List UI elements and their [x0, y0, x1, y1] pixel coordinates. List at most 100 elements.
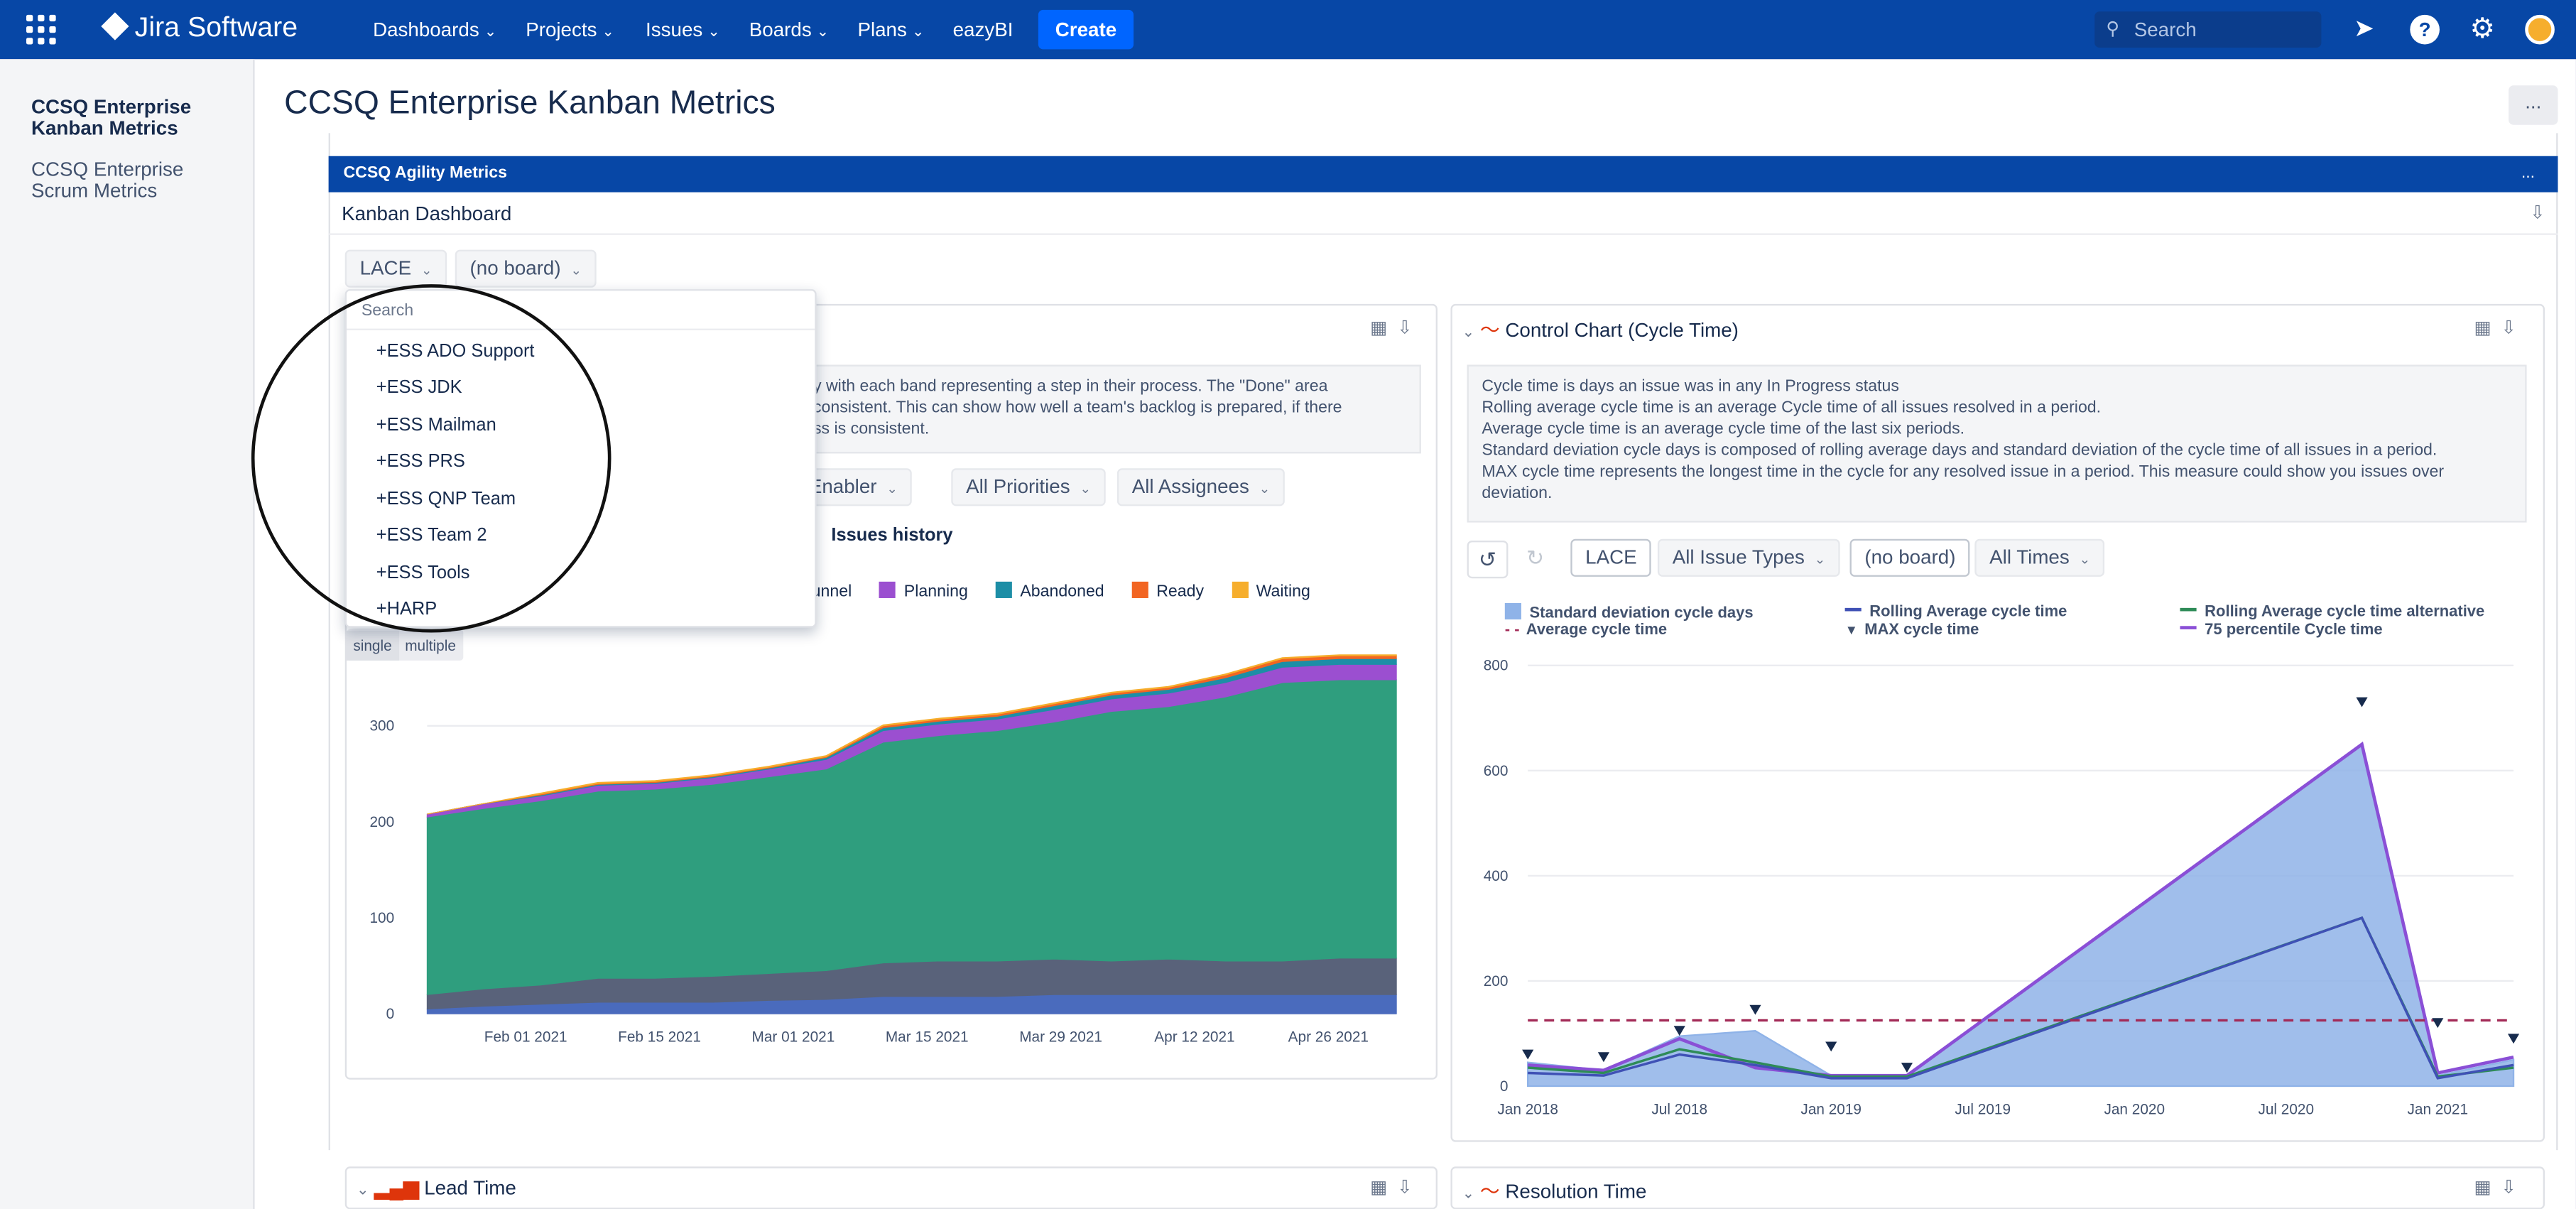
x-tick-label: Jan 2020 [2104, 1101, 2165, 1117]
legend-item[interactable]: - - Average cycle time [1505, 621, 1667, 639]
resolution-time-header: ⌄ 〜 Resolution Time [1462, 1176, 1647, 1204]
help-icon[interactable]: ? [2410, 14, 2440, 45]
gadget-menu-button[interactable]: ... [2521, 156, 2535, 193]
download-icon[interactable]: ⇩ [2530, 202, 2545, 224]
chevron-down-icon: ⌄ [2079, 552, 2091, 568]
table-icon[interactable]: ▦ [1370, 1178, 1397, 1198]
nav-eazybi[interactable]: eazyBI [953, 18, 1013, 40]
max-marker [1522, 1049, 1534, 1060]
legend-item[interactable]: Abandoned [995, 581, 1104, 602]
project-filter-label: LACE [359, 256, 412, 280]
chart-line-icon: 〜 [1479, 1179, 1500, 1203]
download-icon[interactable]: ⇩ [2501, 1178, 2526, 1198]
jira-diamond-icon [101, 12, 129, 40]
top-navigation: Jira Software Dashboards ⌄ Projects ⌄ Issu… [0, 0, 2576, 60]
x-tick-label: Mar 01 2021 [752, 1029, 835, 1046]
panel-actions: ▦⇩ [1370, 1176, 1422, 1198]
collapse-icon[interactable]: ⌄ [1462, 324, 1474, 340]
max-marker [1597, 1052, 1610, 1063]
control-chart-header: ⌄ 〜 Control Chart (Cycle Time) [1462, 315, 1739, 343]
legend-item[interactable]: Ready [1131, 581, 1204, 602]
search-input[interactable]: ⚲ Search [2094, 11, 2322, 48]
jira-logo[interactable]: Jira Software [101, 11, 298, 44]
filter-label: All Assignees [1131, 475, 1249, 498]
priority-filter[interactable]: All Priorities ⌄ [951, 468, 1106, 506]
x-tick-label: Jul 2019 [1955, 1101, 2011, 1117]
legend-item[interactable]: 75 percentile Cycle time [2180, 621, 2383, 639]
x-tick-label: Mar 29 2021 [1019, 1029, 1102, 1046]
control-time-filter[interactable]: All Times ⌄ [1974, 538, 2105, 577]
y-tick-label: 200 [1484, 973, 1509, 990]
legend-label: 75 percentile Cycle time [2205, 621, 2383, 639]
x-tick-label: Jul 2018 [1651, 1101, 1707, 1117]
control-board-filter[interactable]: (no board) [1849, 538, 1971, 577]
download-icon[interactable]: ⇩ [2501, 319, 2526, 339]
legend-item[interactable]: Rolling Average cycle time alternative [2180, 603, 2484, 621]
filter-label: All Times [1989, 545, 2070, 569]
nav-dashboards[interactable]: Dashboards ⌄ [373, 18, 496, 40]
more-actions-button[interactable]: ... [2509, 85, 2558, 125]
nav-plans[interactable]: Plans ⌄ [857, 18, 924, 40]
nav-projects[interactable]: Projects ⌄ [526, 18, 614, 40]
collapse-icon[interactable]: ⌄ [357, 1181, 369, 1198]
nav-label: Dashboards [373, 18, 479, 41]
nav-label: Projects [526, 18, 597, 41]
filter-label: All Issue Types [1672, 545, 1805, 569]
avatar[interactable] [2525, 14, 2555, 45]
sidebar-item-kanban[interactable]: CCSQ Enterprise Kanban Metrics [31, 96, 229, 139]
x-tick-label: Apr 12 2021 [1154, 1029, 1234, 1046]
stddev-area [1527, 742, 2515, 1088]
collapse-icon[interactable]: ⌄ [1462, 1185, 1474, 1201]
desc-line: Rolling average cycle time is an average… [1482, 399, 2102, 418]
max-marker [2356, 697, 2368, 707]
project-filter[interactable]: LACE ⌄ [344, 249, 447, 288]
legend-item[interactable]: Waiting [1231, 581, 1310, 602]
control-chart: 0 200 400 600 800 Jan 2018 Jul 2018 Jan 2019 Jul… [1484, 658, 2520, 1117]
settings-icon[interactable]: ⚙ [2467, 14, 2497, 45]
sidebar-item-scrum[interactable]: CCSQ Enterprise Scrum Metrics [31, 158, 212, 202]
jira-window: Jira Software Dashboards ⌄ Projects ⌄ Issu… [0, 0, 2576, 1209]
download-icon[interactable]: ⇩ [1397, 319, 1422, 339]
max-marker [1749, 1004, 1761, 1015]
table-icon[interactable]: ▦ [2474, 319, 2501, 339]
undo-button[interactable]: ↺ [1467, 541, 1509, 579]
assignee-filter[interactable]: All Assignees ⌄ [1116, 468, 1286, 506]
desc-line: deviation. [1482, 484, 1553, 503]
x-tick-label: Jan 2021 [2407, 1101, 2468, 1117]
nav-issues[interactable]: Issues ⌄ [646, 18, 720, 40]
desc-line: Average cycle time is an average cycle t… [1482, 421, 1965, 439]
triangle-swatch: ▼ [1844, 622, 1858, 638]
megaphone-icon[interactable]: ➤ [2349, 15, 2379, 45]
nav-boards[interactable]: Boards ⌄ [749, 18, 829, 40]
redo-button[interactable]: ↻ [1515, 541, 1556, 578]
legend-item[interactable]: unnel [812, 583, 852, 601]
board-filter[interactable]: (no board) ⌄ [455, 249, 597, 288]
grid-icon[interactable] [26, 14, 56, 45]
legend-item[interactable]: Rolling Average cycle time [1844, 602, 2067, 622]
download-icon[interactable]: ⇩ [1397, 1178, 1422, 1198]
legend-label: Rolling Average cycle time [1869, 602, 2067, 622]
legend-label: MAX cycle time [1864, 621, 1979, 639]
desc-line: MAX cycle time represents the longest ti… [1482, 463, 2445, 482]
create-button[interactable]: Create [1038, 9, 1134, 50]
chevron-down-icon: ⌄ [1814, 552, 1826, 568]
lead-time-header: ⌄ ▂▄▆ Lead Time [357, 1176, 516, 1199]
legend-label: Standard deviation cycle days [1529, 604, 1754, 623]
sidebar: CCSQ Enterprise Kanban Metrics CCSQ Ente… [0, 59, 255, 1209]
control-project-filter[interactable]: LACE [1570, 538, 1652, 577]
legend-item[interactable]: ▼ MAX cycle time [1845, 621, 1979, 639]
desc-line: Standard deviation cycle days is compose… [1482, 442, 2438, 460]
x-tick-label: Mar 15 2021 [886, 1029, 969, 1046]
control-issue-type-filter[interactable]: All Issue Types ⌄ [1657, 538, 1841, 577]
max-marker [2432, 1018, 2444, 1029]
x-tick-label: Jan 2018 [1497, 1101, 1558, 1117]
x-tick-label: Jul 2020 [2258, 1101, 2314, 1117]
legend-swatch [1131, 581, 1148, 598]
legend-item[interactable]: Planning [879, 581, 968, 602]
table-icon[interactable]: ▦ [1370, 319, 1397, 339]
legend-item[interactable]: Standard deviation cycle days [1504, 602, 1754, 623]
table-icon[interactable]: ▦ [2474, 1178, 2501, 1198]
divider [328, 233, 2558, 235]
chevron-down-icon: ⌄ [570, 263, 582, 278]
chart-line-icon: 〜 [1479, 318, 1500, 342]
